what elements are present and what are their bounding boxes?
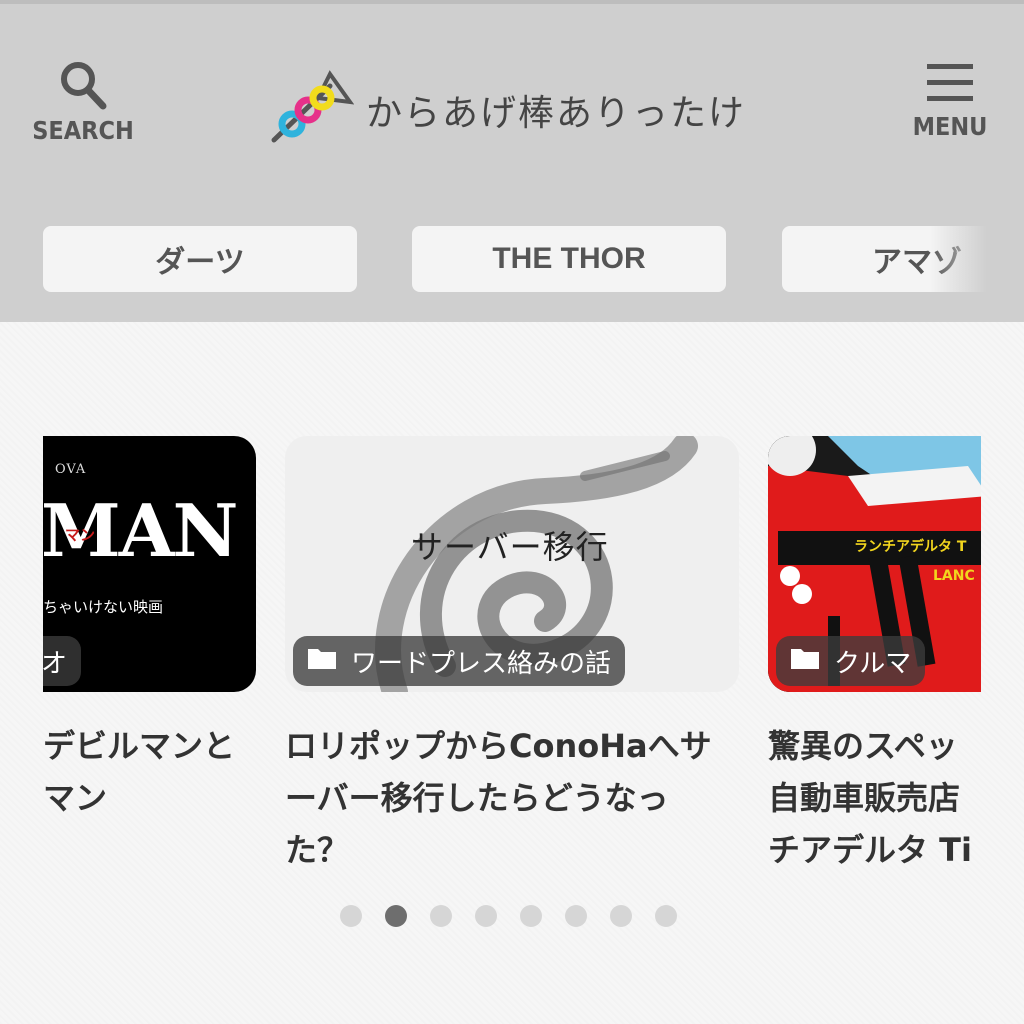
thumb-banner: ランチアデルタ T bbox=[854, 539, 967, 555]
category-badge: オ bbox=[43, 636, 82, 686]
search-icon bbox=[59, 60, 107, 110]
pagination-dot[interactable] bbox=[385, 905, 407, 927]
featured-slider: OVA MAN マン ちゃいけない映画 オ デビルマンと マン サーバー移行 ワ… bbox=[43, 436, 981, 896]
thumb-sub: LANC bbox=[933, 568, 975, 584]
pagination-dot[interactable] bbox=[655, 905, 677, 927]
category-label: オ bbox=[43, 648, 68, 679]
slide-title-line: 自動車販売店 bbox=[768, 779, 961, 817]
thumb-small-text: OVA bbox=[55, 462, 87, 477]
logo-skewer-icon bbox=[270, 68, 355, 152]
folder-icon bbox=[790, 646, 820, 677]
thumb-caption: ちゃいけない映画 bbox=[43, 598, 164, 616]
slide-card-lancia-delta[interactable]: ランチアデルタ T LANC クルマ 驚異のスペッ 自動車販売店 チアデルタ T… bbox=[768, 436, 981, 896]
hamburger-icon bbox=[925, 60, 975, 106]
pagination-dot[interactable] bbox=[610, 905, 632, 927]
slider-pagination bbox=[340, 905, 677, 927]
slide-title: ロリポップからConoHaへサ ーバー移行したらどうなっ た？ bbox=[285, 720, 712, 876]
category-label: クルマ bbox=[834, 648, 912, 679]
slide-title: デビルマンと マン bbox=[43, 720, 235, 824]
slide-title-line: ロリポップからConoHaへサ bbox=[285, 727, 712, 765]
pagination-dot[interactable] bbox=[520, 905, 542, 927]
category-badge: クルマ bbox=[776, 636, 926, 686]
category-badge: ワードプレス絡みの話 bbox=[293, 636, 626, 686]
search-label: SEARCH bbox=[32, 116, 134, 145]
category-tabs: ダーツ THE THOR アマゾ bbox=[0, 226, 1024, 294]
slide-title-line: デビルマンと bbox=[43, 727, 236, 765]
slide-card-server-migration[interactable]: サーバー移行 ワードプレス絡みの話 ロリポップからConoHaへサ ーバー移行し… bbox=[285, 436, 739, 896]
thumb-text: サーバー移行 bbox=[411, 528, 609, 566]
pagination-dot[interactable] bbox=[430, 905, 452, 927]
tabs-fade-overlay bbox=[930, 226, 1024, 294]
slide-title-line: チアデルタ Ti bbox=[768, 831, 972, 869]
pagination-dot[interactable] bbox=[565, 905, 587, 927]
slide-title-line: ーバー移行したらどうなっ bbox=[285, 779, 669, 817]
slide-title-line: マン bbox=[43, 779, 108, 817]
slide-title-line: 驚異のスペッ bbox=[768, 727, 958, 765]
site-title: からあげ棒ありったけ bbox=[366, 93, 747, 134]
tab-darts[interactable]: ダーツ bbox=[43, 226, 357, 292]
slide-title: 驚異のスペッ 自動車販売店 チアデルタ Ti bbox=[768, 720, 972, 876]
menu-button[interactable]: MENU bbox=[900, 60, 1000, 156]
pagination-dot[interactable] bbox=[475, 905, 497, 927]
slide-card-devilman[interactable]: OVA MAN マン ちゃいけない映画 オ デビルマンと マン bbox=[43, 436, 258, 896]
site-logo[interactable]: からあげ棒ありったけ bbox=[270, 70, 746, 150]
folder-icon bbox=[307, 646, 337, 677]
tab-the-thor[interactable]: THE THOR bbox=[412, 226, 726, 292]
pagination-dot[interactable] bbox=[340, 905, 362, 927]
slide-title-line: た？ bbox=[285, 831, 350, 869]
site-header: SEARCH からあげ棒ありったけ MENU ダーツ THE THOR アマゾ bbox=[0, 0, 1024, 322]
menu-label: MENU bbox=[912, 112, 988, 141]
category-label: ワードプレス絡みの話 bbox=[351, 648, 612, 679]
search-button[interactable]: SEARCH bbox=[32, 60, 134, 156]
thumb-red-text: マン bbox=[65, 526, 96, 544]
